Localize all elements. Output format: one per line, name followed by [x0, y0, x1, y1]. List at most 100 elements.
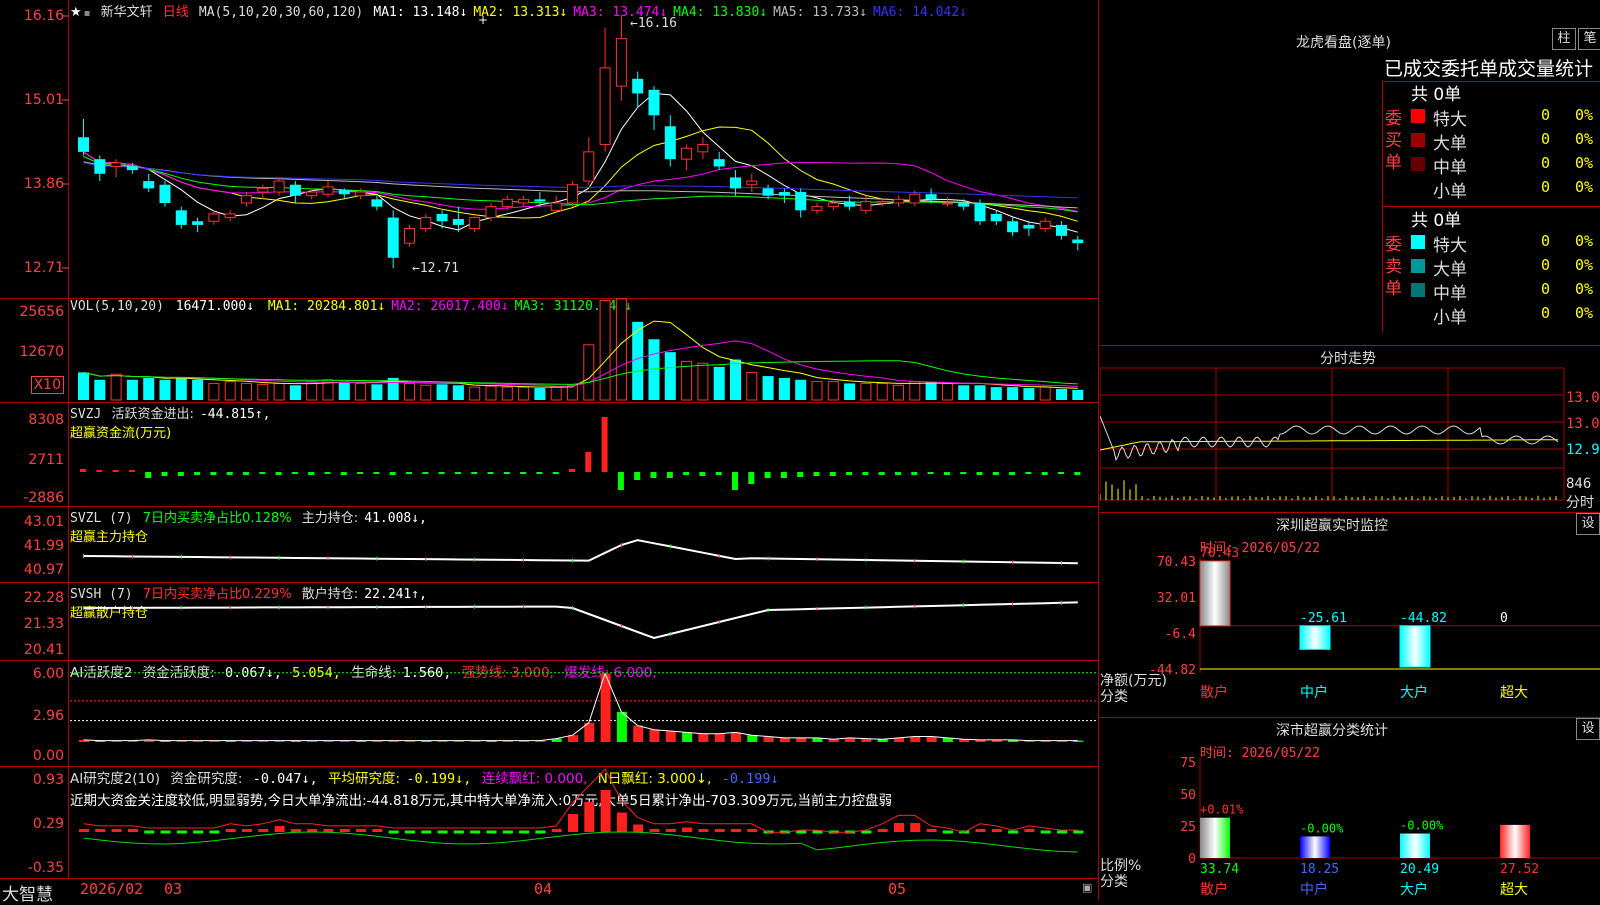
svzl-panel[interactable]: 43.01 41.99 40.97 SVZL (7) 7日内买卖净占比0.128…	[0, 506, 1098, 583]
fund-flow-bar	[683, 472, 690, 475]
order-type: 小单	[1433, 308, 1467, 328]
research-bar	[111, 829, 122, 832]
monitor-bar	[1299, 625, 1331, 650]
research-bar	[894, 823, 904, 832]
monitor-value: -25.61	[1300, 611, 1347, 626]
brand-label: 大智慧	[2, 885, 53, 905]
fund-flow-bar	[291, 472, 298, 474]
classstat-value: 27.52	[1500, 862, 1539, 877]
candle-body	[208, 213, 220, 222]
volume-bar	[241, 382, 252, 401]
ai-active-panel[interactable]: 6.00 2.96 0.00 AI活跃度2 资金活跃度: 0.067↓, 5.0…	[0, 660, 1098, 767]
monitor-category: 大户	[1400, 684, 1428, 701]
volume-bar	[126, 379, 138, 400]
fenshi-panel[interactable]: 分时走势 13.09 13.02 12.95 846 分时	[1100, 346, 1600, 513]
crosshair-icon: +	[478, 13, 488, 27]
longhu-panel: 龙虎看盘(逐单) 柱 笔 已成交委托单成交量统计 委买单 共 0单 特大 0 0% 大…	[1100, 0, 1600, 346]
monitor-category: 散户	[1200, 684, 1228, 701]
candle-body	[974, 202, 986, 222]
research-bar	[1073, 830, 1084, 834]
ai-active-chart	[70, 660, 1098, 742]
volume-bar	[697, 362, 709, 401]
volume-bar	[273, 382, 285, 401]
volume-bar	[876, 382, 888, 401]
classstat-value: 33.74	[1200, 862, 1239, 877]
order-qty: 0	[1541, 106, 1551, 124]
x-label-start: 2026/02	[80, 880, 144, 898]
classstat-ytick: 75	[1180, 756, 1196, 771]
volume-bar	[844, 383, 856, 400]
research-bar	[388, 830, 399, 834]
fund-flow-bar	[748, 472, 755, 484]
avg-research-line	[83, 831, 1078, 853]
svsh-panel[interactable]: 22.28 21.33 20.41 SVSH (7) 7日内买卖净占比0.229…	[0, 582, 1098, 661]
candle-body	[224, 213, 236, 219]
tick-mode-button[interactable]: 笔	[1578, 28, 1600, 50]
activity-bar	[714, 733, 725, 742]
fund-flow-bar	[96, 470, 103, 472]
order-qty: 0	[1541, 232, 1551, 250]
lock-icon[interactable]: ▣	[1082, 881, 1092, 894]
monitor-category: 超大	[1500, 685, 1528, 701]
fenshi-ytick: 13.02	[1566, 416, 1600, 432]
color-swatch	[1411, 307, 1425, 321]
volume-bar	[355, 382, 367, 401]
ai-research-panel[interactable]: 0.93 0.29 -0.35 AI研究度2(10) 资金研究度: -0.047…	[0, 766, 1098, 879]
order-type: 大单	[1433, 260, 1467, 280]
research-bar	[1024, 829, 1035, 832]
candle-body	[355, 191, 367, 197]
fund-flow-bar	[128, 470, 135, 472]
volume-bar	[94, 379, 106, 400]
candle-body	[78, 137, 89, 152]
research-bar	[665, 829, 676, 832]
order-qty: 0	[1541, 178, 1551, 196]
candle-body	[681, 147, 693, 160]
fund-flow-bar	[80, 469, 86, 472]
monitor-chart: 70.43 32.01 -6.4 -44.82 净额(万元)分类 70.43 散户 -25.6…	[1100, 546, 1600, 705]
candle-body	[126, 166, 138, 171]
classstat-category: 超大	[1500, 882, 1528, 898]
fund-flow-bar	[992, 472, 999, 475]
fund-flow-bar	[895, 472, 901, 475]
volume-bar	[567, 384, 578, 401]
color-swatch	[1411, 109, 1425, 123]
classstat-ytick: 50	[1180, 788, 1196, 803]
research-bar	[405, 830, 415, 834]
volume-panel[interactable]: 25656 12670 X10 VOL(5,10,20) 16471.000↓ …	[0, 298, 1098, 403]
price-line	[1100, 415, 1559, 462]
candle-body	[501, 198, 513, 208]
research-bar	[95, 829, 106, 832]
candle-body	[893, 198, 904, 204]
candle-body	[730, 177, 741, 189]
fund-flow-bar	[226, 472, 233, 475]
fund-flow-bar	[487, 472, 494, 474]
volume-bar	[404, 382, 415, 401]
bar-mode-button[interactable]: 柱	[1552, 28, 1576, 50]
kline-panel[interactable]: 16.16 15.01 13.86 12.71 ★ ▪ 新华文轩 日线 MA(5,…	[0, 0, 1098, 299]
candle-body	[990, 213, 1002, 222]
fund-flow-bar	[634, 472, 641, 480]
fund-flow-bar	[1074, 472, 1081, 475]
monitor-panel[interactable]: 深圳超赢实时监控 设 时间: 2026/05/22 70.43 32.01 -6.4…	[1100, 513, 1600, 718]
candle-body	[958, 202, 970, 207]
order-pct: 0%	[1575, 106, 1594, 124]
volume-bar	[990, 387, 1002, 400]
candle-body	[762, 188, 774, 196]
volume-bar	[485, 385, 497, 401]
volume-bar	[110, 373, 122, 401]
research-bar	[551, 829, 562, 832]
fund-flow-bar	[389, 472, 396, 475]
research-bar	[160, 830, 171, 834]
volume-bar	[1023, 388, 1035, 400]
activity-line	[83, 672, 1078, 742]
longhu-title: 龙虎看盘(逐单)	[1296, 35, 1391, 51]
fund-flow-bar	[324, 472, 331, 474]
volume-bar	[208, 382, 220, 401]
order-row: 中单 0 0%	[1407, 278, 1600, 304]
research-bar	[502, 830, 513, 834]
classstat-panel[interactable]: 深市超赢分类统计 设 时间: 2026/05/22 75 50 25 0 比例% 分类 +0…	[1100, 718, 1600, 900]
research-bar	[942, 830, 953, 834]
svzj-panel[interactable]: 8308 2711 -2886 SVZJ 活跃资金进出: -44.815↑, 超…	[0, 402, 1098, 507]
color-swatch	[1411, 157, 1425, 171]
research-bar	[747, 829, 758, 832]
